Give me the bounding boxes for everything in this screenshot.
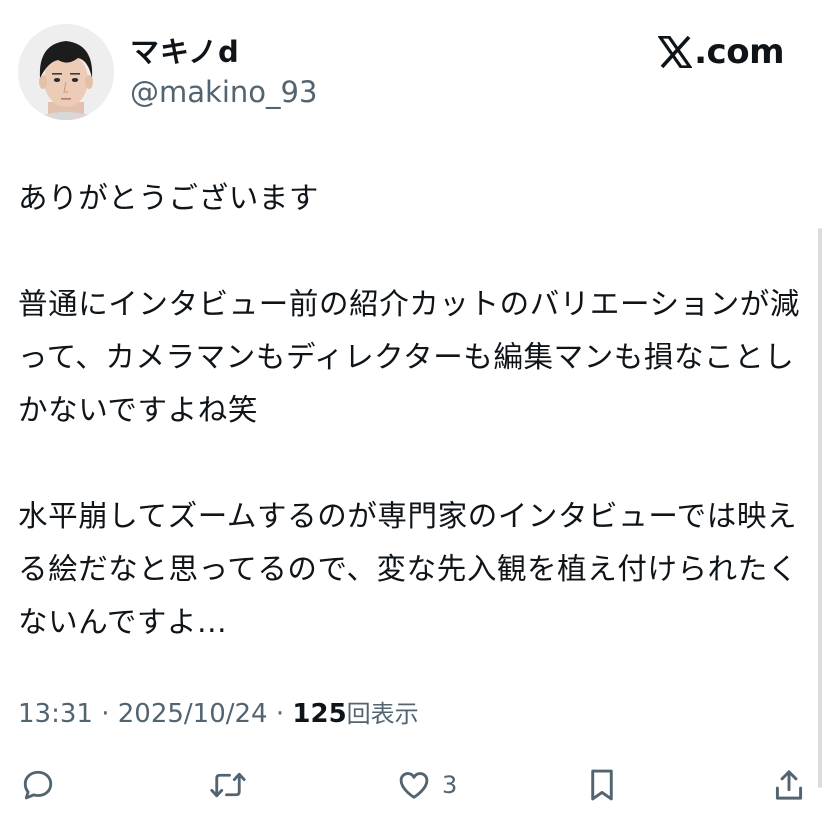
tweet-time[interactable]: 13:31 <box>18 699 93 729</box>
tweet-meta: 13:31 · 2025/10/24 · 125回表示 <box>18 696 419 732</box>
display-name[interactable]: マキノd <box>130 34 240 70</box>
share-button[interactable] <box>772 762 806 808</box>
tweet-text: ありがとうございます 普通にインタビュー前の紹介カットのバリエーションが減って、… <box>18 172 808 649</box>
retweet-icon <box>210 772 246 798</box>
user-handle[interactable]: @makino_93 <box>130 74 317 110</box>
tweet-paragraph: 普通にインタビュー前の紹介カットのバリエーションが減って、カメラマンもディレクタ… <box>18 287 801 427</box>
retweet-button[interactable] <box>208 762 248 808</box>
site-domain: .com <box>694 32 784 72</box>
meta-separator: · <box>267 699 293 729</box>
heart-icon <box>399 772 429 799</box>
scrollbar[interactable] <box>818 228 822 788</box>
meta-separator: · <box>92 699 118 729</box>
tweet-paragraph: ありがとうございます <box>18 181 320 215</box>
tweet-paragraph: 水平崩してズームするのが専門家のインタビューでは映える絵だなと思ってるので、変な… <box>18 499 798 639</box>
bookmark-button[interactable] <box>585 762 619 808</box>
like-count: 3 <box>442 771 458 799</box>
views-count[interactable]: 125 <box>292 699 346 729</box>
views-label: 回表示 <box>346 700 419 728</box>
user-photo <box>18 24 114 120</box>
reply-icon <box>23 770 53 800</box>
x-logo-icon <box>658 36 693 68</box>
action-bar: 3 <box>0 762 828 808</box>
reply-button[interactable] <box>20 762 56 808</box>
tweet-date[interactable]: 2025/10/24 <box>118 699 268 729</box>
avatar[interactable] <box>18 24 114 120</box>
share-icon <box>775 770 803 800</box>
like-button[interactable]: 3 <box>396 762 457 808</box>
bookmark-icon <box>591 769 613 801</box>
site-mark[interactable]: .com <box>658 32 784 72</box>
